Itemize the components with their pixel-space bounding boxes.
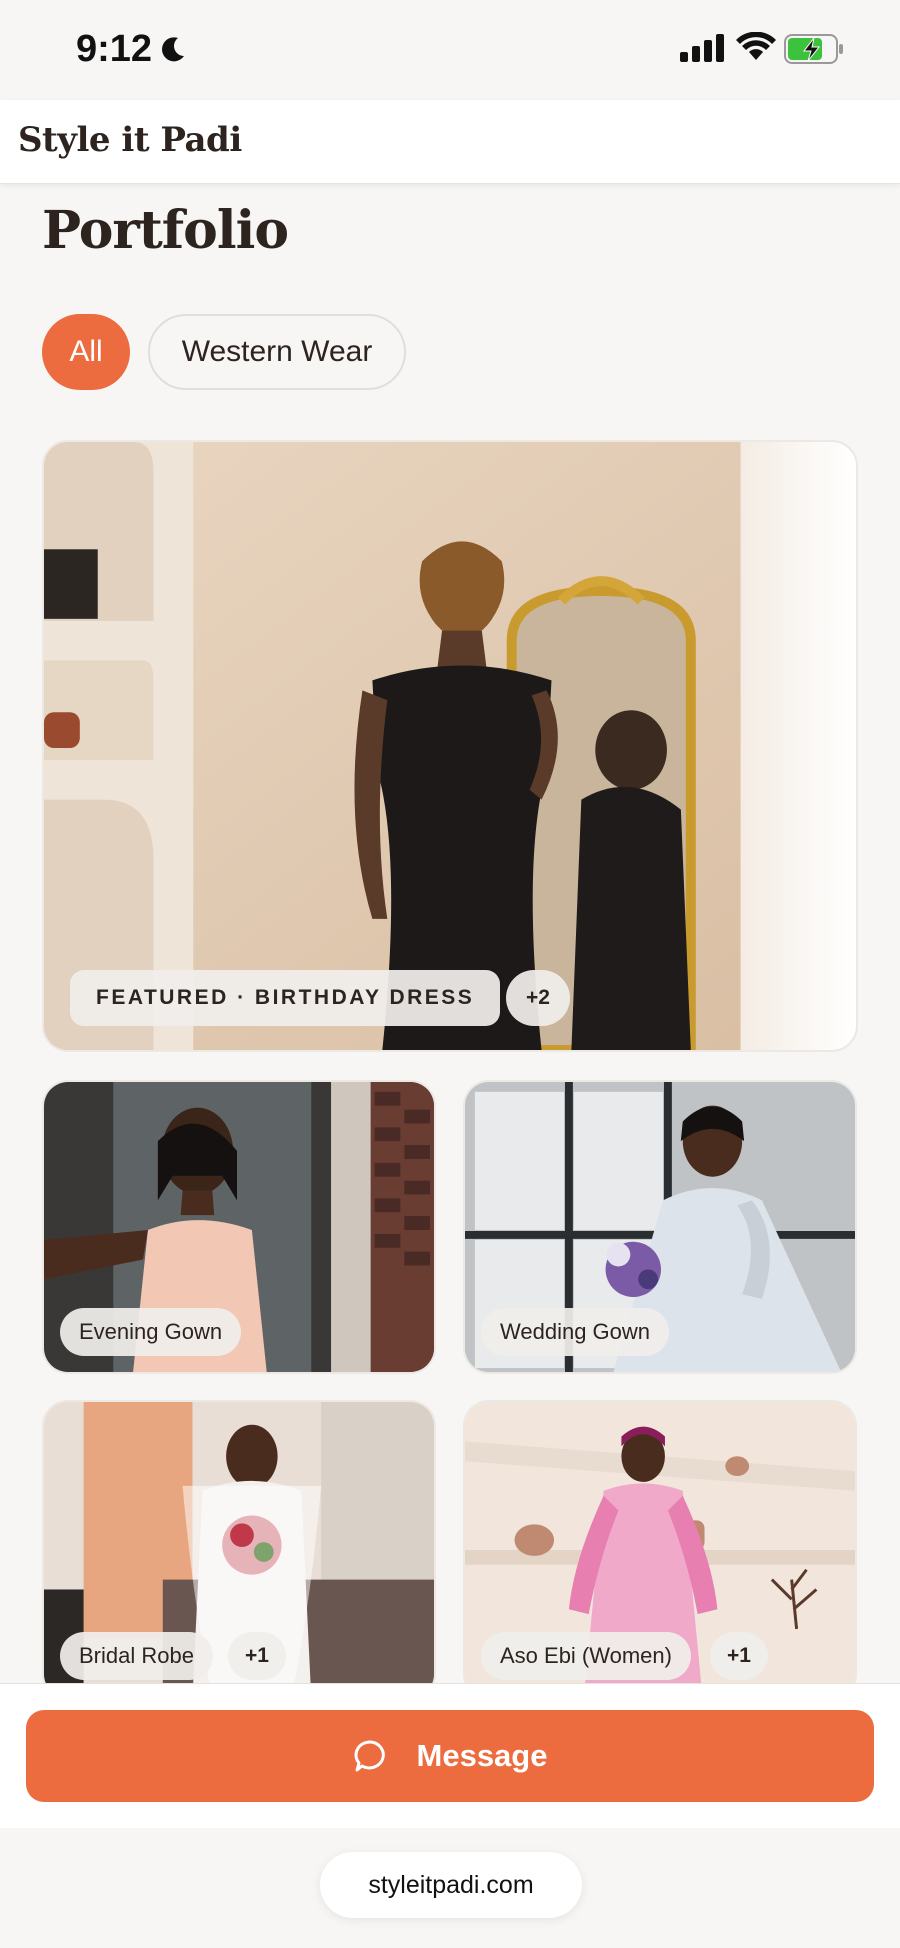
featured-label: FEATURED · BIRTHDAY DRESS (70, 970, 501, 1026)
status-bar: 9:12 (0, 0, 900, 100)
featured-extra-count-badge: +2 (506, 970, 570, 1026)
app-header: Style it Padi (0, 100, 900, 184)
portfolio-card-bridal-robe[interactable]: Bridal Robe +1 (42, 1400, 436, 1700)
moon-icon (162, 37, 184, 62)
portfolio-card-aso-ebi-women[interactable]: Aso Ebi (Women) +1 (463, 1400, 857, 1700)
item-extra-count-bridal-robe: +1 (228, 1632, 286, 1680)
battery-icon (784, 34, 843, 64)
featured-photo (44, 442, 856, 1050)
filter-chip-all[interactable]: All (42, 314, 130, 390)
portfolio-card-wedding-gown[interactable]: Wedding Gown (463, 1080, 857, 1374)
wifi-icon (736, 32, 776, 60)
portfolio-card-evening-gown[interactable]: Evening Gown (42, 1080, 436, 1374)
filter-chip-western-wear[interactable]: Western Wear (148, 314, 406, 390)
brand-logo[interactable]: Style it Padi (18, 120, 242, 160)
browser-url-bar[interactable]: styleitpadi.com (320, 1852, 582, 1918)
cellular-signal-icon (680, 34, 724, 62)
item-label-wedding-gown: Wedding Gown (481, 1308, 670, 1356)
item-extra-count-aso-ebi: +1 (710, 1632, 768, 1680)
item-label-bridal-robe: Bridal Robe (60, 1632, 213, 1680)
message-button-label: Message (416, 1738, 548, 1773)
bottom-action-bar: Message (0, 1683, 900, 1828)
chat-bubble-icon (353, 1738, 389, 1774)
status-time: 9:12 (76, 28, 153, 70)
item-label-aso-ebi: Aso Ebi (Women) (481, 1632, 691, 1680)
featured-portfolio-card[interactable]: FEATURED · BIRTHDAY DRESS +2 (42, 440, 858, 1052)
page-title: Portfolio (42, 200, 289, 261)
item-label-evening-gown: Evening Gown (60, 1308, 242, 1356)
message-button[interactable]: Message (26, 1710, 874, 1802)
